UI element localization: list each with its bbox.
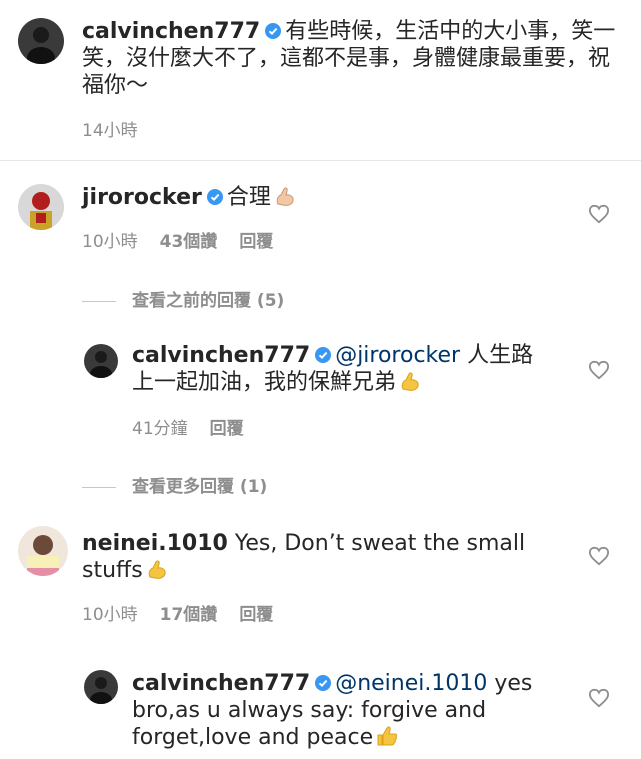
comment-text: 合理 [226,185,271,210]
comment-time[interactable]: 10小時 [82,232,138,252]
verified-badge-icon [315,347,332,363]
comment-meta: 10小時 43個讚 回覆 [82,227,295,252]
comment-time[interactable]: 10小時 [82,605,138,625]
caption-time[interactable]: 14小時 [82,121,138,141]
reply-meta: 41分鐘 回覆 [132,414,266,439]
reply-time[interactable]: 41分鐘 [132,419,188,439]
comment-text-block: jirorocker 合理 [82,184,582,211]
flexed-biceps-emoji [398,369,422,393]
heart-icon[interactable] [588,546,610,566]
comment-text-block: neinei.1010 Yes, Don’t sweat the small s… [82,530,552,584]
comments-screen: calvinchen777 有些時候，生活中的大小事，笑一笑，沒什麼大不了，這都不… [0,0,641,759]
avatar[interactable] [18,526,68,576]
view-more-replies-label: 查看更多回覆 (1) [132,477,268,497]
caption-text-block: calvinchen777 有些時候，生活中的大小事，笑一笑，沒什麼大不了，這都不… [82,18,622,99]
reply-button[interactable]: 回覆 [239,605,273,625]
avatar[interactable] [18,184,64,230]
reply-mention-link[interactable]: @neinei.1010 [335,671,487,696]
caption-username[interactable]: calvinchen777 [82,19,260,44]
verified-badge-icon [265,23,282,39]
flexed-biceps-emoji [273,184,297,208]
reply-text-block: calvinchen777 @neinei.1010 yes bro,as u a… [132,670,552,751]
view-previous-replies-label: 查看之前的回覆 (5) [132,291,285,311]
comment-meta: 10小時 17個讚 回覆 [82,600,295,625]
avatar[interactable] [84,344,118,378]
avatar[interactable] [84,670,118,704]
verified-badge-icon [206,189,223,205]
verified-badge-icon [315,675,332,691]
reply-username[interactable]: calvinchen777 [132,343,310,368]
heart-icon[interactable] [588,204,610,224]
reply-button[interactable]: 回覆 [239,232,273,252]
view-more-replies-button[interactable]: 查看更多回覆 (1) [82,472,267,497]
reply-username[interactable]: calvinchen777 [132,671,310,696]
replies-divider-line [82,486,116,488]
comment-username[interactable]: jirorocker [82,185,202,210]
heart-icon[interactable] [588,688,610,708]
caption-meta: 14小時 [82,116,160,141]
thumbs-up-emoji [375,724,399,748]
reply-text-block: calvinchen777 @jirorocker 人生路上一起加油，我的保鮮兄弟 [132,342,552,396]
avatar[interactable] [18,18,64,64]
comment-username[interactable]: neinei.1010 [82,531,228,556]
comment-likes[interactable]: 43個讚 [160,232,218,252]
comment-likes[interactable]: 17個讚 [160,605,218,625]
replies-divider-line [82,300,116,302]
caption-divider [0,160,641,161]
flexed-biceps-emoji [145,557,169,581]
reply-button[interactable]: 回覆 [210,419,244,439]
view-previous-replies-button[interactable]: 查看之前的回覆 (5) [82,286,284,311]
reply-mention-link[interactable]: @jirorocker [335,343,460,368]
heart-icon[interactable] [588,360,610,380]
